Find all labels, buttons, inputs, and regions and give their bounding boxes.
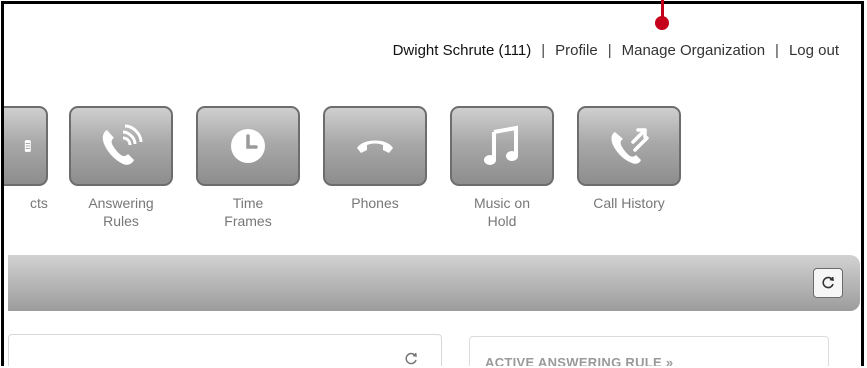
nav-tile-label-line: Answering [88, 195, 154, 211]
nav-tile-label-line: Frames [224, 213, 272, 229]
logout-link[interactable]: Log out [789, 42, 839, 59]
app-frame: Dwight Schrute (111) | Profile | Manage … [1, 1, 864, 366]
nav-tile-music-on-hold[interactable] [450, 106, 554, 186]
main-panel [8, 334, 442, 366]
refresh-icon [822, 276, 834, 289]
nav-separator: | [775, 42, 779, 59]
nav-tile-label-line: Phones [351, 195, 399, 211]
nav-tile-label-line: Music on [473, 195, 531, 211]
manage-organization-link[interactable]: Manage Organization [622, 42, 765, 59]
nav-tile-label[interactable]: Music on Hold [442, 194, 562, 230]
answering-rules-icon [102, 124, 143, 165]
active-answering-rule-panel: ACTIVE ANSWERING RULE » [469, 336, 829, 366]
nav-tile-label[interactable]: Time Frames [188, 194, 308, 230]
nav-separator: | [607, 42, 612, 59]
content-toolbar [8, 255, 860, 311]
refresh-button[interactable] [813, 268, 843, 298]
phone-handset-icon [357, 140, 393, 153]
nav-separator: | [541, 42, 546, 59]
nav-tile-label-line: Rules [103, 213, 139, 229]
music-note-icon [484, 125, 518, 165]
panel-refresh-button[interactable] [401, 349, 421, 366]
profile-link[interactable]: Profile [555, 42, 598, 59]
nav-tile-label[interactable]: cts [4, 194, 54, 212]
nav-tile-phones[interactable] [323, 106, 427, 186]
nav-tile-call-history[interactable] [577, 106, 681, 186]
current-user-label: Dwight Schrute (111) [392, 42, 532, 59]
nav-tile-label-line: Call History [593, 195, 665, 211]
nav-tile-label-line: Time [232, 195, 264, 211]
active-answering-rule-title[interactable]: ACTIVE ANSWERING RULE » [485, 355, 673, 366]
contacts-icon [24, 140, 31, 152]
annotation-marker-dot [655, 16, 669, 30]
nav-tile-answering-rules[interactable] [69, 106, 173, 186]
nav-tile-label[interactable]: Answering Rules [61, 194, 181, 230]
nav-tile-label-line: cts [30, 195, 48, 211]
nav-tile-contacts[interactable] [4, 106, 48, 186]
clock-icon [231, 129, 265, 163]
call-history-icon [611, 128, 649, 164]
refresh-icon [405, 352, 417, 365]
nav-tile-time-frames[interactable] [196, 106, 300, 186]
user-nav: Dwight Schrute (111) | Profile | Manage … [393, 42, 839, 59]
nav-tile-label[interactable]: Phones [315, 194, 435, 212]
nav-tile-label-line: Hold [487, 213, 517, 229]
nav-tile-label[interactable]: Call History [569, 194, 689, 212]
